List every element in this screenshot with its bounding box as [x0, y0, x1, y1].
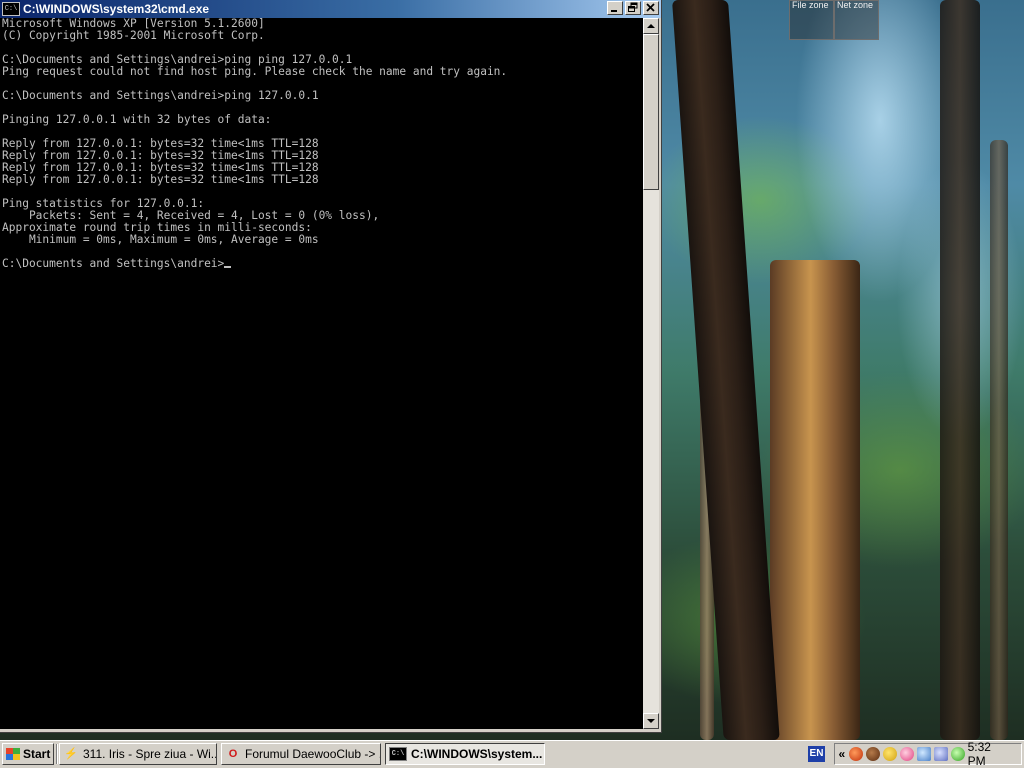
start-button[interactable]: Start: [2, 743, 54, 765]
wallpaper-tree: [990, 140, 1008, 740]
sound-icon[interactable]: [865, 747, 880, 761]
file-zone[interactable]: File zone: [789, 0, 834, 40]
desktop-zones: File zone Net zone: [789, 0, 879, 40]
cmd-app-icon[interactable]: C:\: [2, 2, 20, 16]
taskbar: Start ⚡ 311. Iris - Spre ziua - Wi... O …: [0, 740, 1024, 768]
taskbar-task-winamp[interactable]: ⚡ 311. Iris - Spre ziua - Wi...: [59, 743, 217, 765]
smiley-icon[interactable]: [899, 747, 914, 761]
console-line: Pinging 127.0.0.1 with 32 bytes of data:: [2, 113, 272, 126]
minimize-button[interactable]: [607, 1, 623, 15]
wallpaper-tree: [672, 0, 780, 740]
cmd-icon: C:\: [389, 747, 407, 761]
arrow-up-icon: [647, 24, 655, 28]
window-title: C:\WINDOWS\system32\cmd.exe: [23, 2, 210, 16]
cmd-window: C:\ C:\WINDOWS\system32\cmd.exe Microsof…: [0, 0, 662, 733]
taskbar-task-opera[interactable]: O Forumul DaewooClub -> ...: [221, 743, 381, 765]
arrow-down-icon: [647, 719, 655, 723]
caption-buttons: [605, 1, 659, 15]
scroll-down-button[interactable]: [643, 713, 659, 729]
restore-icon: [628, 2, 638, 12]
winamp-icon: ⚡: [64, 748, 78, 760]
prompt-text: C:\Documents and Settings\andrei>: [2, 257, 225, 270]
text-cursor: [224, 266, 232, 268]
console-line: Reply from 127.0.0.1: bytes=32 time<1ms …: [2, 173, 319, 186]
task-label: Forumul DaewooClub -> ...: [245, 747, 381, 761]
console-line: C:\Documents and Settings\andrei>ping 12…: [2, 89, 319, 102]
task-label: 311. Iris - Spre ziua - Wi...: [83, 747, 217, 761]
antivirus-icon[interactable]: [848, 747, 863, 761]
close-button[interactable]: [643, 1, 659, 15]
messenger-icon[interactable]: [882, 747, 897, 761]
console-line: Ping request could not find host ping. P…: [2, 65, 508, 78]
start-label: Start: [23, 747, 51, 761]
scroll-thumb[interactable]: [643, 34, 659, 190]
scroll-up-button[interactable]: [643, 18, 659, 34]
console-line: (C) Copyright 1985-2001 Microsoft Corp.: [2, 29, 265, 42]
console-line: Minimum = 0ms, Maximum = 0ms, Average = …: [2, 233, 319, 246]
task-label: C:\WINDOWS\system...: [411, 747, 543, 761]
command-prompt[interactable]: C:\Documents and Settings\andrei>: [0, 258, 643, 270]
maximize-button[interactable]: [625, 1, 641, 15]
opera-icon: O: [228, 748, 238, 760]
windows-logo-icon: [6, 748, 20, 760]
vertical-scrollbar[interactable]: [643, 18, 659, 729]
console-output[interactable]: Microsoft Windows XP [Version 5.1.2600] …: [0, 18, 643, 729]
system-tray: « 5:32 PM: [834, 740, 1022, 768]
update-icon[interactable]: [950, 747, 965, 761]
close-icon: [646, 3, 655, 12]
tray-expand-icon[interactable]: «: [835, 747, 849, 761]
wallpaper-tree: [770, 260, 860, 740]
display-icon[interactable]: [933, 747, 948, 761]
network-icon[interactable]: [916, 747, 931, 761]
net-zone[interactable]: Net zone: [834, 0, 879, 40]
clock[interactable]: 5:32 PM: [968, 740, 1011, 768]
taskbar-task-cmd[interactable]: C:\ C:\WINDOWS\system...: [385, 743, 545, 765]
language-indicator[interactable]: EN: [808, 746, 825, 762]
minimize-icon: [611, 10, 617, 12]
wallpaper-tree: [940, 0, 980, 740]
taskbar-separator: [56, 744, 58, 764]
title-bar[interactable]: C:\ C:\WINDOWS\system32\cmd.exe: [0, 0, 661, 18]
